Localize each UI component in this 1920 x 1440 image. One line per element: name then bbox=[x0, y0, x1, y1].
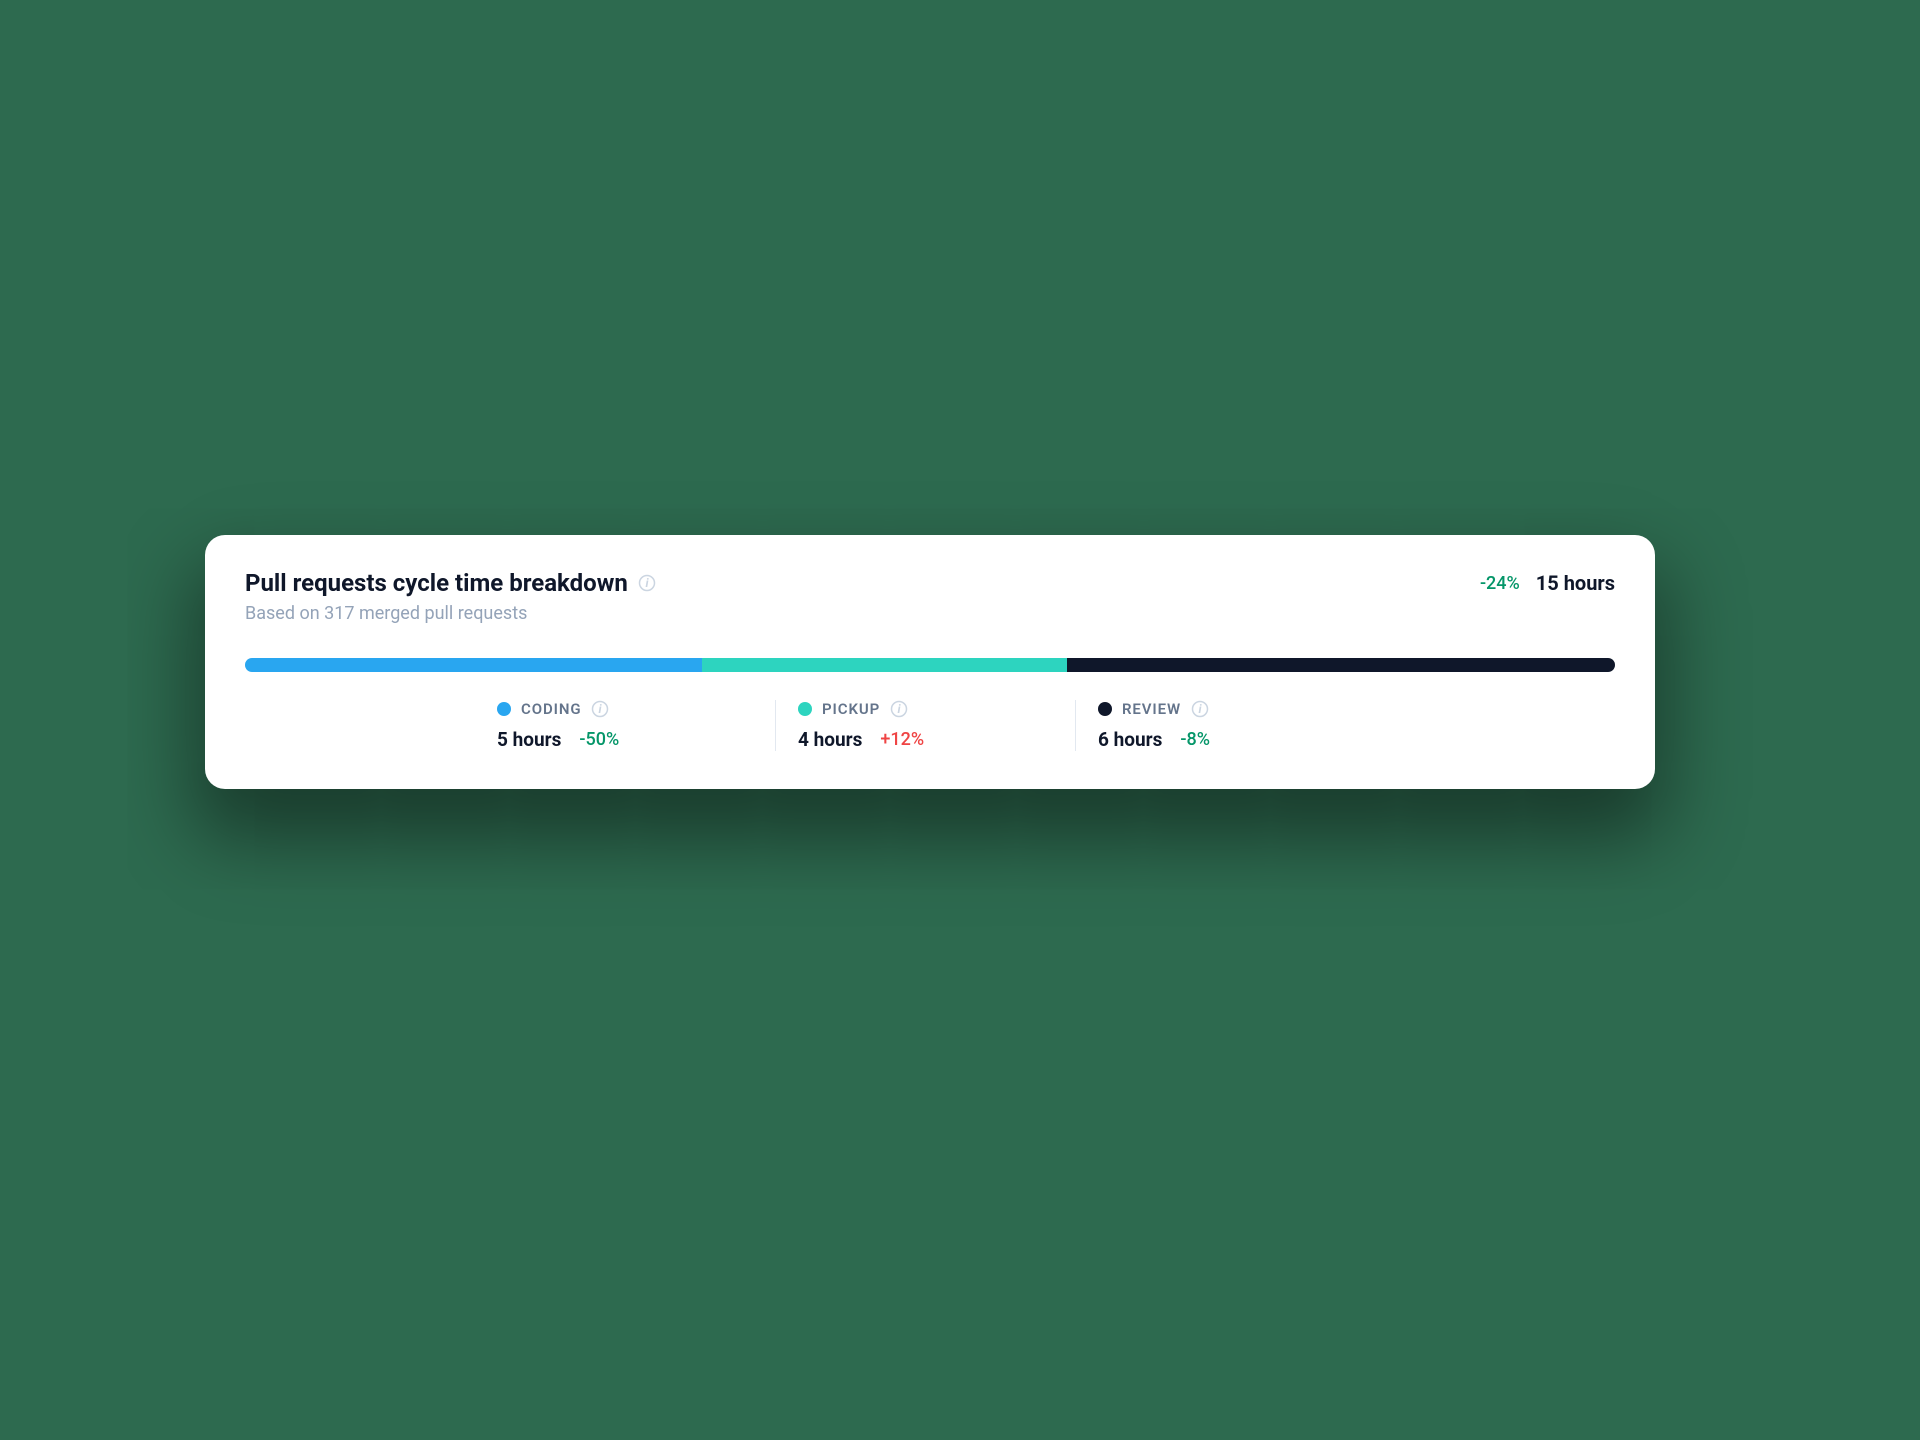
bar-segment-pickup bbox=[702, 658, 1067, 672]
svg-text:i: i bbox=[599, 702, 603, 716]
legend-value-row: 5 hours -50% bbox=[497, 728, 735, 751]
legend-value: 5 hours bbox=[497, 728, 561, 751]
info-icon[interactable]: i bbox=[638, 574, 656, 592]
info-icon[interactable]: i bbox=[1191, 700, 1209, 718]
legend-label: CODING bbox=[521, 700, 581, 718]
total-delta: -24% bbox=[1480, 573, 1520, 594]
legend-delta: +12% bbox=[880, 729, 924, 750]
card-subtitle: Based on 317 merged pull requests bbox=[245, 603, 656, 624]
card-title: Pull requests cycle time breakdown bbox=[245, 569, 628, 597]
legend-dot-icon bbox=[1098, 702, 1112, 716]
total-value: 15 hours bbox=[1536, 571, 1615, 595]
legend-head: REVIEW i bbox=[1098, 700, 1335, 718]
stacked-bar bbox=[245, 658, 1615, 672]
legend-item-review: REVIEW i 6 hours -8% bbox=[1075, 700, 1375, 751]
summary-group: -24% 15 hours bbox=[1480, 569, 1615, 595]
legend-dot-icon bbox=[497, 702, 511, 716]
legend-value-row: 4 hours +12% bbox=[798, 728, 1035, 751]
legend-label: REVIEW bbox=[1122, 700, 1181, 718]
info-icon[interactable]: i bbox=[890, 700, 908, 718]
legend-item-coding: CODING i 5 hours -50% bbox=[475, 700, 775, 751]
title-line: Pull requests cycle time breakdown i bbox=[245, 569, 656, 597]
info-icon[interactable]: i bbox=[591, 700, 609, 718]
bar-segment-coding bbox=[245, 658, 702, 672]
legend-delta: -50% bbox=[579, 729, 619, 750]
legend-label: PICKUP bbox=[822, 700, 880, 718]
title-group: Pull requests cycle time breakdown i Bas… bbox=[245, 569, 656, 624]
legend-head: CODING i bbox=[497, 700, 735, 718]
svg-text:i: i bbox=[645, 576, 649, 590]
legend-dot-icon bbox=[798, 702, 812, 716]
svg-text:i: i bbox=[1199, 702, 1203, 716]
legend-item-pickup: PICKUP i 4 hours +12% bbox=[775, 700, 1075, 751]
legend-delta: -8% bbox=[1180, 729, 1210, 750]
legend-value-row: 6 hours -8% bbox=[1098, 728, 1335, 751]
card-header: Pull requests cycle time breakdown i Bas… bbox=[245, 569, 1615, 624]
legend-value: 6 hours bbox=[1098, 728, 1162, 751]
cycle-time-card: Pull requests cycle time breakdown i Bas… bbox=[205, 535, 1655, 789]
legend-value: 4 hours bbox=[798, 728, 862, 751]
legend-row: CODING i 5 hours -50% PICKUP i 4 hours +12% REVI… bbox=[245, 700, 1615, 751]
legend-head: PICKUP i bbox=[798, 700, 1035, 718]
svg-text:i: i bbox=[898, 702, 902, 716]
bar-segment-review bbox=[1067, 658, 1615, 672]
